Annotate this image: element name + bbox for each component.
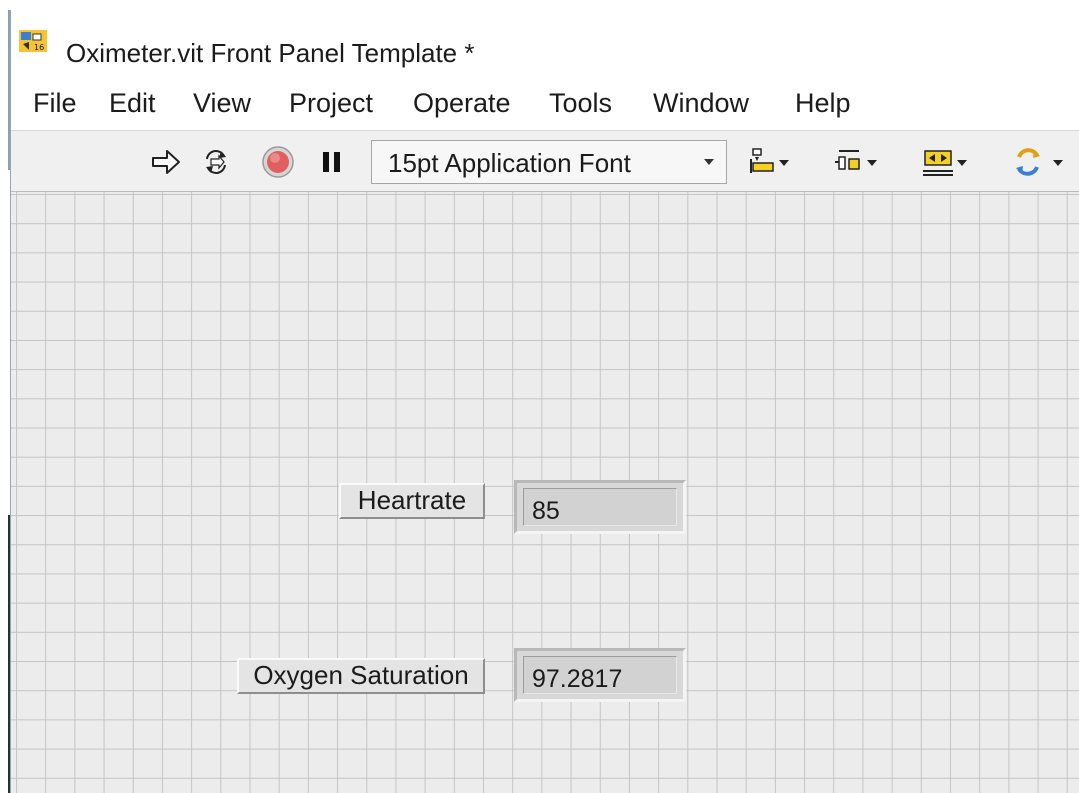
chevron-down-icon xyxy=(702,155,716,169)
run-arrow-icon[interactable] xyxy=(147,145,185,179)
menu-bar: File Edit View Project Operate Tools Win… xyxy=(11,72,1079,131)
svg-text:16: 16 xyxy=(34,43,44,52)
title-bar[interactable]: 16 Oximeter.vit Front Panel Template * xyxy=(11,10,1079,72)
oxygen-saturation-label[interactable]: Oxygen Saturation xyxy=(237,658,485,694)
labview-vi-icon[interactable]: 16 xyxy=(19,30,47,52)
run-continuously-icon[interactable] xyxy=(197,145,235,179)
heartrate-display: 85 xyxy=(523,488,677,526)
menu-help[interactable]: Help xyxy=(795,88,851,119)
menu-operate[interactable]: Operate xyxy=(413,88,511,119)
window-title: Oximeter.vit Front Panel Template * xyxy=(66,38,475,68)
menu-edit[interactable]: Edit xyxy=(109,88,156,119)
oxygen-saturation-display: 97.2817 xyxy=(523,656,677,694)
menu-window[interactable]: Window xyxy=(653,88,749,119)
heartrate-label[interactable]: Heartrate xyxy=(339,483,485,519)
front-panel-canvas[interactable]: Heartrate 85 Oxygen Saturation 97.2817 xyxy=(11,192,1079,793)
menu-project[interactable]: Project xyxy=(289,88,373,119)
reorder-icon[interactable] xyxy=(1009,145,1069,179)
font-select-value: 15pt Application Font xyxy=(388,148,631,178)
font-select[interactable]: 15pt Application Font xyxy=(371,140,727,184)
front-panel-window: 16 Oximeter.vit Front Panel Template * F… xyxy=(10,10,1079,793)
pause-icon[interactable] xyxy=(313,145,351,179)
abort-icon[interactable] xyxy=(259,145,297,179)
menu-file[interactable]: File xyxy=(33,88,77,119)
menu-view[interactable]: View xyxy=(193,88,251,119)
heartrate-value: 85 xyxy=(532,497,560,525)
heartrate-indicator[interactable]: 85 xyxy=(514,480,686,534)
align-objects-icon[interactable] xyxy=(747,145,795,179)
resize-objects-icon[interactable] xyxy=(917,145,971,179)
oxygen-saturation-value: 97.2817 xyxy=(532,665,623,693)
distribute-objects-icon[interactable] xyxy=(831,145,885,179)
menu-tools[interactable]: Tools xyxy=(549,88,612,119)
oxygen-saturation-indicator[interactable]: 97.2817 xyxy=(514,648,686,702)
toolbar: 15pt Application Font xyxy=(11,131,1079,192)
